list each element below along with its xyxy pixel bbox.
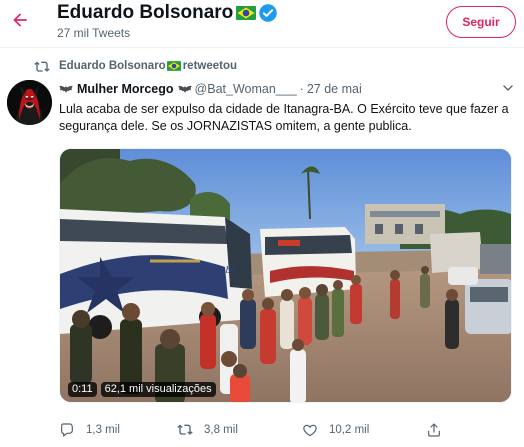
bat-emoji-icon <box>59 85 73 93</box>
video-duration: 0:11 <box>68 382 97 397</box>
retweet-count: 3,8 mil <box>204 424 238 436</box>
batwoman-avatar-icon <box>7 80 52 125</box>
share-icon <box>428 423 440 437</box>
more-options-icon[interactable] <box>500 80 516 96</box>
retweet-icon <box>34 61 50 72</box>
video-views: 62,1 mil visualizações <box>100 382 216 397</box>
brazil-flag-icon <box>166 61 181 71</box>
bus-text: Corumbá <box>195 264 237 276</box>
tweet-actions: 1,3 mil 3,8 mil 10,2 mil <box>0 420 524 440</box>
separator-dot: · <box>299 82 304 96</box>
bat-emoji-icon <box>177 85 192 93</box>
follow-button[interactable]: Seguir <box>446 6 516 38</box>
heart-icon <box>303 424 317 437</box>
like-count: 10,2 mil <box>329 424 370 436</box>
brazil-flag-icon <box>236 6 257 20</box>
video-badges: 0:11 62,1 mil visualizações <box>68 382 216 397</box>
video-frame: Corumbá <box>60 149 511 402</box>
share-button[interactable] <box>426 420 442 440</box>
author-name[interactable]: Mulher Morcego <box>77 82 174 96</box>
video-player[interactable]: Corumbá 0:11 62,1 mil visualizações <box>59 148 512 403</box>
retweet-icon <box>177 424 193 435</box>
reply-button[interactable]: 1,3 mil <box>59 420 120 440</box>
reply-count: 1,3 mil <box>86 424 120 436</box>
reply-icon <box>61 423 73 437</box>
post-date[interactable]: 27 de mai <box>307 82 362 96</box>
tweet-header: Mulher Morcego @Bat_Woman___ · 27 de mai <box>59 82 362 96</box>
verified-badge-icon <box>259 4 278 22</box>
profile-title: Eduardo Bolsonaro <box>57 2 278 24</box>
profile-header: Eduardo Bolsonaro 27 mil Tweets Seguir <box>0 0 524 48</box>
back-button[interactable] <box>6 6 34 34</box>
arrow-left-icon <box>13 13 27 27</box>
retweeter-name: Eduardo Bolsonaro <box>59 60 166 72</box>
like-button[interactable]: 10,2 mil <box>302 420 369 440</box>
tweet-count: 27 mil Tweets <box>57 26 131 40</box>
avatar[interactable] <box>7 80 52 125</box>
tweet-text: Lula acaba de ser expulso da cidade de I… <box>59 102 509 133</box>
profile-name: Eduardo Bolsonaro <box>57 2 234 23</box>
author-handle[interactable]: @Bat_Woman___ <box>195 82 297 96</box>
retweet-text[interactable]: Eduardo Bolsonaro retweetou <box>59 60 237 72</box>
retweet-suffix: retweetou <box>182 60 238 72</box>
retweet-button[interactable]: 3,8 mil <box>177 420 238 440</box>
retweet-notice: Eduardo Bolsonaro retweetou <box>0 59 524 75</box>
